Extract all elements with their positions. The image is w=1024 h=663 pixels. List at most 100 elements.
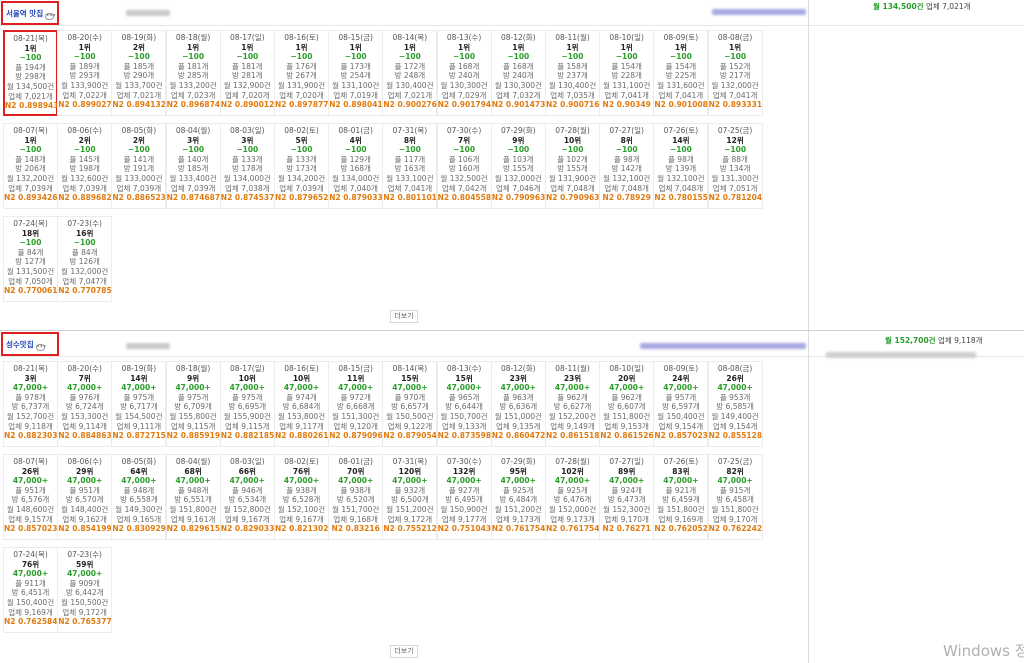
daily-rank-card[interactable]: 08-08(금) 26위 47,000+ 플 953개 방 6,585개 월 149,40… xyxy=(707,361,763,447)
daily-rank-card[interactable]: 08-05(화) 2위 −100 플 141개 방 191개 월 133,000건 업체 7… xyxy=(111,123,167,209)
card-blog-count: 방 6,576개 xyxy=(11,495,50,505)
card-place-count: 플 158개 xyxy=(557,61,588,71)
daily-rank-card[interactable]: 08-14(목) 15위 47,000+ 플 970개 방 6,657개 월 150,50… xyxy=(382,361,438,447)
card-change: 47,000+ xyxy=(663,383,699,393)
daily-rank-card[interactable]: 08-09(토) 1위 −100 플 154개 방 225개 월 131,600건 업체 7… xyxy=(653,30,709,116)
card-rank: 89위 xyxy=(618,466,636,476)
daily-rank-card[interactable]: 07-26(토) 83위 47,000+ 플 921개 방 6,459개 월 151,80… xyxy=(653,454,709,540)
card-change: −100 xyxy=(507,145,530,155)
daily-rank-card[interactable]: 08-17(일) 10위 47,000+ 플 975개 방 6,695개 월 155,90… xyxy=(219,361,275,447)
daily-rank-card[interactable]: 08-13(수) 1위 −100 플 168개 방 240개 월 130,300건 업체 7… xyxy=(436,30,492,116)
daily-rank-card[interactable]: 08-03(일) 66위 47,000+ 플 946개 방 6,534개 월 152,80… xyxy=(219,454,275,540)
daily-rank-card[interactable]: 08-02(토) 76위 47,000+ 플 938개 방 6,528개 월 152,10… xyxy=(274,454,329,540)
daily-rank-card[interactable]: 08-01(금) 70위 47,000+ 플 938개 방 6,520개 월 151,70… xyxy=(328,454,384,540)
daily-rank-card[interactable]: 08-19(화) 2위 −100 플 185개 방 290개 월 133,700건 업체 7… xyxy=(111,30,167,116)
daily-rank-card[interactable]: 08-17(일) 1위 −100 플 181개 방 281개 월 132,900건 업체 7… xyxy=(219,30,275,116)
daily-rank-card[interactable]: 08-12(화) 1위 −100 플 168개 방 240개 월 130,300건 업체 7… xyxy=(490,30,546,116)
daily-rank-card[interactable]: 08-12(화) 23위 47,000+ 플 963개 방 6,636개 월 151,00… xyxy=(490,361,546,447)
daily-rank-card[interactable]: 07-24(목) 76위 47,000+ 플 911개 방 6,451개 월 150,40… xyxy=(3,547,58,633)
card-n2-score: N2 0.755212 xyxy=(383,524,437,534)
more-options-icon[interactable]: ••• xyxy=(45,13,56,20)
daily-rank-card[interactable]: 08-04(월) 68위 47,000+ 플 948개 방 6,551개 월 151,80… xyxy=(165,454,221,540)
daily-rank-card[interactable]: 08-04(월) 3위 −100 플 140개 방 185개 월 133,400건 업체 7… xyxy=(165,123,221,209)
more-button[interactable]: 더보기 xyxy=(390,310,418,323)
daily-rank-card[interactable]: 07-26(토) 14위 −100 플 98개 방 139개 월 132,100건 업체 7… xyxy=(653,123,709,209)
daily-rank-card[interactable]: 08-18(월) 1위 −100 플 181개 방 285개 월 133,200건 업체 7… xyxy=(165,30,221,116)
more-button[interactable]: 더보기 xyxy=(390,645,418,658)
card-rank: 5위 xyxy=(295,135,308,145)
card-change: −100 xyxy=(724,145,747,155)
daily-rank-card[interactable]: 08-11(월) 23위 47,000+ 플 962개 방 6,627개 월 152,20… xyxy=(545,361,600,447)
card-place-count: 플 946개 xyxy=(232,485,263,495)
daily-rank-card[interactable]: 08-07(목) 26위 47,000+ 플 951개 방 6,576개 월 148,60… xyxy=(3,454,58,540)
daily-rank-card[interactable]: 07-25(금) 82위 47,000+ 플 915개 방 6,458개 월 151,80… xyxy=(707,454,763,540)
daily-rank-card[interactable]: 07-27(일) 89위 47,000+ 플 924개 방 6,473개 월 152,30… xyxy=(599,454,655,540)
daily-rank-card[interactable]: 07-25(금) 12위 −100 플 88개 방 134개 월 131,300건 업체 7… xyxy=(707,123,763,209)
card-business-count: 업체 9,135개 xyxy=(496,421,541,431)
daily-rank-card[interactable]: 08-02(토) 5위 −100 플 133개 방 173개 월 134,200건 업체 7… xyxy=(274,123,329,209)
daily-rank-card[interactable]: 08-06(수) 29위 47,000+ 플 951개 방 6,570개 월 148,40… xyxy=(57,454,113,540)
daily-rank-card[interactable]: 08-05(화) 64위 47,000+ 플 948개 방 6,558개 월 149,30… xyxy=(111,454,167,540)
card-n2-score: N2 0.854199 xyxy=(58,524,112,534)
daily-rank-card[interactable]: 08-19(화) 14위 47,000+ 플 975개 방 6,717개 월 154,50… xyxy=(111,361,167,447)
daily-rank-card[interactable]: 07-23(수) 59위 47,000+ 플 909개 방 6,442개 월 150,50… xyxy=(57,547,113,633)
card-business-count: 업체 7,051개 xyxy=(712,183,758,193)
daily-rank-card[interactable]: 07-30(수) 7위 −100 플 106개 방 160개 월 132,500건 업체 7… xyxy=(436,123,492,209)
card-blog-count: 방 6,636개 xyxy=(499,402,538,412)
daily-rank-card[interactable]: 08-08(금) 1위 −100 플 152개 방 217개 월 132,000건 업체 7… xyxy=(707,30,763,116)
daily-rank-card[interactable]: 07-31(목) 8위 −100 플 117개 방 163개 월 133,100건 업체 7… xyxy=(382,123,438,209)
blurred-link xyxy=(712,9,806,15)
daily-rank-card[interactable]: 07-23(수) 16위 −100 플 84개 방 126개 월 132,000건 업체 7… xyxy=(57,216,113,302)
daily-rank-card[interactable]: 08-10(일) 1위 −100 플 154개 방 228개 월 131,100건 업체 7… xyxy=(599,30,655,116)
more-options-icon[interactable]: ••• xyxy=(35,344,46,351)
summary-monthly-total: 월 134,500건 xyxy=(873,2,924,11)
daily-rank-card[interactable]: 07-24(목) 18위 −100 플 84개 방 127개 월 131,500건 업체 7… xyxy=(3,216,58,302)
card-change: −100 xyxy=(561,145,584,155)
card-business-count: 업체 7,050개 xyxy=(8,276,53,286)
card-business-count: 업체 9,172개 xyxy=(62,607,107,617)
daily-rank-card[interactable]: 07-30(수) 132위 47,000+ 플 927개 방 6,495개 월 150,9… xyxy=(436,454,492,540)
card-rank: 95위 xyxy=(509,466,527,476)
daily-rank-card[interactable]: 08-14(목) 1위 −100 플 172개 방 248개 월 130,400건 업체 7… xyxy=(382,30,438,116)
card-n2-score: N2 0.780155 xyxy=(654,193,708,203)
daily-rank-card[interactable]: 08-11(월) 1위 −100 플 158개 방 237개 월 130,400건 업체 7… xyxy=(545,30,600,116)
card-rank: 132위 xyxy=(452,466,476,476)
daily-rank-card[interactable]: 08-07(목) 1위 −100 플 148개 방 206개 월 132,200건 업체 7… xyxy=(3,123,58,209)
daily-rank-card[interactable]: 07-28(월) 102위 47,000+ 플 925개 방 6,476개 월 152,0… xyxy=(545,454,600,540)
daily-rank-card[interactable]: 08-13(수) 15위 47,000+ 플 965개 방 6,644개 월 150,70… xyxy=(436,361,492,447)
daily-rank-card[interactable]: 07-29(화) 9위 −100 플 103개 방 155개 월 132,000건 업체 7… xyxy=(490,123,546,209)
daily-rank-card[interactable]: 08-09(토) 24위 47,000+ 플 957개 방 6,597개 월 150,40… xyxy=(653,361,709,447)
daily-rank-card[interactable]: 07-28(월) 10위 −100 플 102개 방 155개 월 131,900건 업체 … xyxy=(545,123,600,209)
daily-rank-card[interactable]: 08-15(금) 1위 −100 플 173개 방 254개 월 131,100건 업체 7… xyxy=(328,30,384,116)
card-place-count: 플 154개 xyxy=(665,61,697,71)
daily-rank-card[interactable]: 07-29(화) 95위 47,000+ 플 925개 방 6,484개 월 151,20… xyxy=(490,454,546,540)
daily-rank-card[interactable]: 08-01(금) 4위 −100 플 129개 방 168개 월 134,000건 업체 7… xyxy=(328,123,384,209)
daily-rank-card[interactable]: 07-31(목) 120위 47,000+ 플 932개 방 6,500개 월 151,2… xyxy=(382,454,438,540)
card-blog-count: 방 6,495개 xyxy=(445,495,483,505)
card-n2-score: N2 0.882185 xyxy=(220,431,275,441)
keyword-label[interactable]: 서울역 맛집 ••• xyxy=(1,1,59,25)
card-blog-count: 방 6,534개 xyxy=(228,495,267,505)
keyword-label[interactable]: 성수맛집 ••• xyxy=(1,332,59,356)
card-date: 07-24(목) xyxy=(13,219,48,228)
card-business-count: 업체 7,041개 xyxy=(387,183,433,193)
daily-rank-card[interactable]: 08-10(일) 20위 47,000+ 플 962개 방 6,607개 월 151,80… xyxy=(599,361,655,447)
daily-rank-card[interactable]: 07-27(일) 8위 −100 플 98개 방 142개 월 132,100건 업체 7,… xyxy=(599,123,655,209)
card-change: −100 xyxy=(19,53,42,63)
daily-rank-card[interactable]: 08-21(목) 3위 47,000+ 플 978개 방 6,737개 월 152,700… xyxy=(3,361,58,447)
daily-rank-card[interactable]: 08-20(수) 1위 −100 플 189개 방 293개 월 133,900건 업체 7… xyxy=(57,30,113,116)
daily-rank-card[interactable]: 08-16(토) 1위 −100 플 176개 방 267개 월 131,900건 업체 7… xyxy=(274,30,329,116)
daily-rank-card[interactable]: 08-20(수) 7위 47,000+ 플 976개 방 6,724개 월 153,300… xyxy=(57,361,113,447)
card-monthly-search: 월 151,800건 xyxy=(603,411,651,421)
card-rank: 1위 xyxy=(512,42,525,52)
card-date: 08-08(금) xyxy=(717,364,753,373)
card-n2-score: N2 0.90349 xyxy=(602,100,651,110)
card-monthly-search: 월 152,200건 xyxy=(548,411,597,421)
daily-rank-card[interactable]: 08-03(일) 3위 −100 플 133개 방 178개 월 134,000건 업체 7… xyxy=(219,123,275,209)
daily-rank-card[interactable]: 08-06(수) 2위 −100 플 145개 방 198개 월 132,600건 업체 7… xyxy=(57,123,113,209)
card-blog-count: 방 127개 xyxy=(15,257,46,267)
daily-rank-card[interactable]: 08-18(월) 9위 47,000+ 플 975개 방 6,709개 월 155,800… xyxy=(165,361,221,447)
daily-rank-card[interactable]: 08-15(금) 11위 47,000+ 플 972개 방 6,668개 월 151,30… xyxy=(328,361,384,447)
daily-rank-card[interactable]: 08-21(목) 1위 −100 플 194개 방 298개 월 134,500건 업체 7… xyxy=(3,30,59,116)
daily-rank-card[interactable]: 08-16(토) 10위 47,000+ 플 974개 방 6,684개 월 153,80… xyxy=(274,361,329,447)
